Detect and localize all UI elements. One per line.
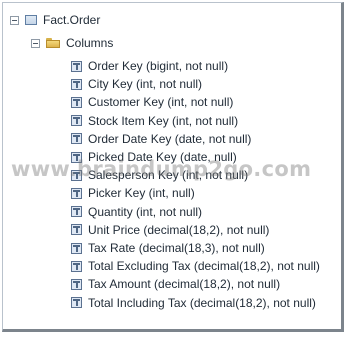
column-label: Salesperson Key (int, not null) (88, 168, 249, 183)
column-node[interactable]: Total Including Tax (decimal(18,2), not … (71, 294, 316, 312)
column-node[interactable]: Tax Rate (decimal(18,3), not null) (71, 239, 265, 257)
column-icon (71, 169, 82, 181)
tree-node-fact-order[interactable]: Fact.Order (10, 11, 100, 29)
column-node[interactable]: Salesperson Key (int, not null) (71, 166, 248, 184)
column-node[interactable]: Quantity (int, not null) (71, 203, 202, 221)
column-icon (71, 151, 82, 163)
object-explorer-panel: Fact.Order Columns Order Key (bigint, no… (2, 2, 344, 332)
column-icon (71, 187, 82, 199)
column-node[interactable]: Order Key (bigint, not null) (71, 57, 228, 75)
column-node[interactable]: Order Date Key (date, not null) (71, 130, 251, 148)
collapse-toggle-icon[interactable] (10, 15, 19, 25)
column-icon (71, 260, 82, 272)
column-label: Order Date Key (date, not null) (88, 131, 252, 146)
column-label: Stock Item Key (int, not null) (88, 113, 239, 128)
column-node[interactable]: Customer Key (int, not null) (71, 93, 233, 111)
column-icon (71, 96, 82, 108)
column-icon (71, 115, 82, 127)
column-node[interactable]: Total Excluding Tax (decimal(18,2), not … (71, 257, 320, 275)
column-node[interactable]: Tax Amount (decimal(18,2), not null) (71, 275, 280, 293)
column-node[interactable]: Stock Item Key (int, not null) (71, 112, 238, 130)
column-label: Picker Key (int, null) (88, 186, 195, 201)
collapse-toggle-icon[interactable] (31, 38, 40, 48)
column-label: Order Key (bigint, not null) (88, 59, 229, 73)
folder-icon (46, 38, 60, 48)
column-node[interactable]: Unit Price (decimal(18,2), not null) (71, 221, 269, 239)
column-icon (71, 78, 82, 90)
tree-node-label: Fact.Order (43, 13, 101, 27)
tree-node-columns-folder[interactable]: Columns (31, 34, 113, 52)
column-label: Picked Date Key (date, null) (88, 150, 237, 164)
column-icon (71, 224, 82, 236)
column-label: City Key (int, not null) (88, 77, 203, 92)
column-label: Tax Rate (decimal(18,3), not null) (88, 241, 265, 255)
table-icon (25, 15, 37, 25)
folder-label: Columns (66, 36, 114, 50)
column-label: Tax Amount (decimal(18,2), not null) (88, 277, 281, 292)
column-icon (71, 297, 82, 309)
column-label: Quantity (int, not null) (88, 204, 203, 219)
column-icon (71, 206, 82, 218)
column-node[interactable]: City Key (int, not null) (71, 75, 202, 93)
column-label: Total Including Tax (decimal(18,2), not … (88, 295, 316, 310)
object-explorer-tree: Fact.Order Columns Order Key (bigint, no… (3, 3, 341, 329)
column-node[interactable]: Picked Date Key (date, null) (71, 148, 237, 166)
column-label: Unit Price (decimal(18,2), not null) (88, 222, 270, 237)
column-icon (71, 278, 82, 290)
column-node[interactable]: Picker Key (int, null) (71, 184, 195, 202)
column-label: Total Excluding Tax (decimal(18,2), not … (88, 259, 320, 274)
column-icon (71, 133, 82, 145)
column-icon (71, 242, 82, 254)
column-label: Customer Key (int, not null) (88, 95, 234, 110)
column-icon (71, 60, 82, 72)
